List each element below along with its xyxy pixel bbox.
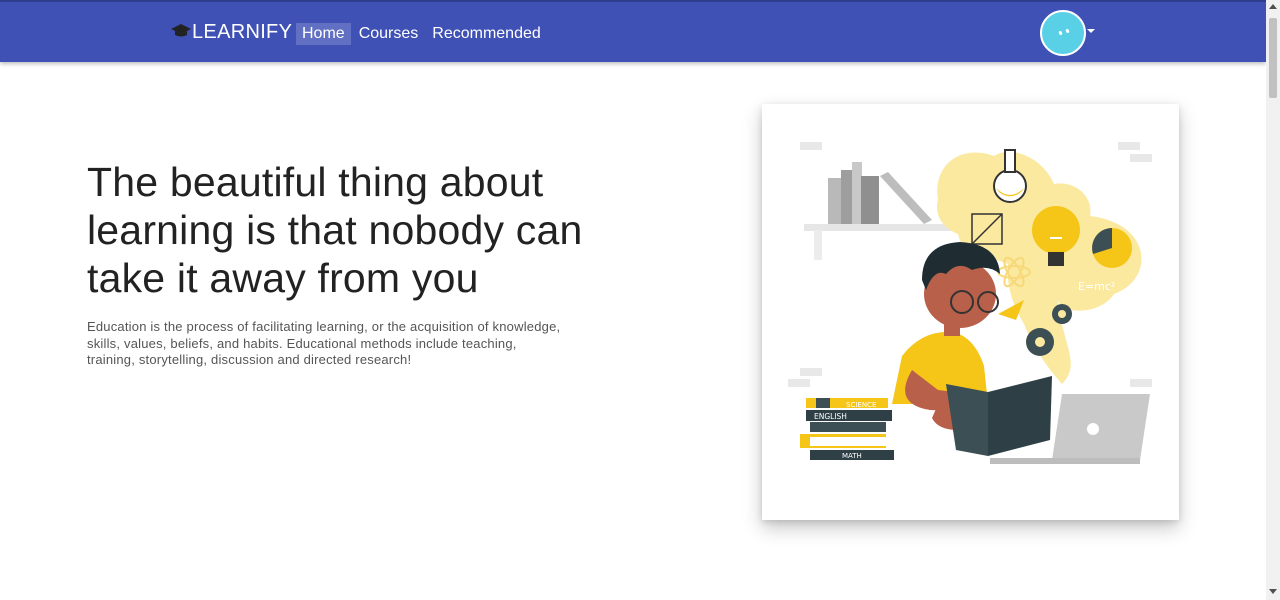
avatar-eye: [1058, 30, 1063, 36]
avatar[interactable]: [1040, 10, 1086, 56]
brand-link[interactable]: LEARNIFY: [171, 21, 292, 44]
book-label-math: MATH: [842, 452, 862, 460]
hero-illustration-card: E=mc² SCIENCE ENGLISH MATH: [762, 104, 1179, 520]
scroll-up-icon[interactable]: [1269, 4, 1277, 9]
navbar: LEARNIFY Home Courses Recommended: [0, 0, 1266, 62]
scroll-down-icon[interactable]: [1269, 589, 1277, 594]
avatar-eye: [1065, 28, 1070, 34]
formula-label: E=mc²: [1078, 280, 1115, 293]
user-menu[interactable]: [1040, 10, 1095, 56]
book-label-english: ENGLISH: [814, 412, 847, 421]
nav-link-recommended[interactable]: Recommended: [426, 23, 547, 45]
nav-link-courses[interactable]: Courses: [353, 23, 425, 45]
nav-link-home[interactable]: Home: [296, 23, 351, 45]
page-scrollbar[interactable]: [1266, 0, 1280, 600]
brand-label: LEARNIFY: [192, 21, 293, 43]
book-label-science: SCIENCE: [846, 401, 876, 409]
chevron-down-icon[interactable]: [1087, 29, 1095, 33]
nav-links: Home Courses Recommended: [296, 23, 549, 45]
student-reading-illustration: E=mc² SCIENCE ENGLISH MATH: [788, 142, 1152, 464]
graduation-cap-icon: [171, 23, 191, 36]
scroll-thumb[interactable]: [1269, 18, 1277, 98]
hero-description: Education is the process of facilitating…: [87, 319, 561, 367]
hero-title: The beautiful thing about learning is th…: [87, 159, 583, 301]
